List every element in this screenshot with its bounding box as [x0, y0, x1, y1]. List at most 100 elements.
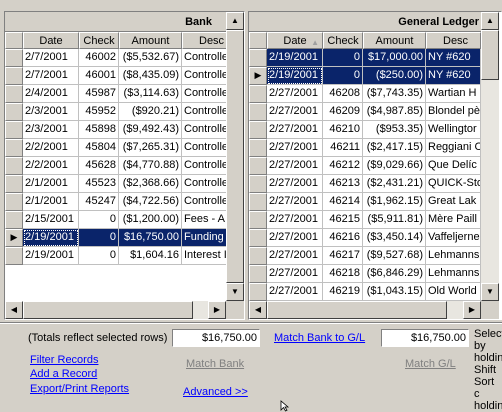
cell-amount[interactable]: ($7,743.35)	[363, 85, 426, 103]
cell-desc[interactable]: Controlle	[182, 157, 226, 175]
bank-col-date[interactable]: Date	[23, 32, 79, 49]
cell-date[interactable]: 2/7/2001	[23, 49, 79, 67]
cell-desc[interactable]: NY #620	[426, 67, 481, 85]
row-selector[interactable]	[249, 247, 267, 265]
cell-check[interactable]: 45247	[79, 193, 119, 211]
row-selector[interactable]	[249, 49, 267, 67]
ledger-horizontal-scrollbar[interactable]: ◀ ▶	[249, 301, 481, 319]
scroll-right-arrow-icon[interactable]: ▶	[463, 301, 481, 319]
cell-date[interactable]: 2/27/2001	[267, 157, 323, 175]
row-selector[interactable]	[249, 175, 267, 193]
cell-date[interactable]: 2/2/2001	[23, 139, 79, 157]
cell-check[interactable]: 46213	[323, 175, 363, 193]
cell-check[interactable]: 45628	[79, 157, 119, 175]
cell-desc[interactable]: Blondel pè	[426, 103, 481, 121]
row-selector[interactable]	[249, 193, 267, 211]
row-selector[interactable]	[5, 49, 23, 67]
table-row[interactable]: 2/2/2001 45628 ($4,770.88) Controlle	[5, 157, 226, 175]
cell-amount[interactable]: ($2,417.15)	[363, 139, 426, 157]
cell-amount[interactable]: ($2,368.66)	[119, 175, 182, 193]
cell-amount[interactable]: ($4,987.85)	[363, 103, 426, 121]
table-row[interactable]: 2/27/2001 46210 ($953.35) Wellingtor	[249, 121, 481, 139]
table-row[interactable]: 2/27/2001 46213 ($2,431.21) QUICK-Sto	[249, 175, 481, 193]
cell-amount[interactable]: ($3,114.63)	[119, 85, 182, 103]
cell-amount[interactable]: $17,000.00	[363, 49, 426, 67]
cell-check[interactable]: 46209	[323, 103, 363, 121]
row-selector[interactable]	[5, 193, 23, 211]
row-selector[interactable]	[249, 103, 267, 121]
table-row[interactable]: 2/27/2001 46216 ($3,450.14) Vaffeljerne	[249, 229, 481, 247]
cell-check[interactable]: 46212	[323, 157, 363, 175]
ledger-hscroll-thumb[interactable]	[267, 301, 447, 319]
bank-vscroll-thumb[interactable]	[226, 30, 244, 283]
table-row[interactable]: 2/19/2001 0 $1,604.16 Interest I	[5, 247, 226, 265]
table-row[interactable]: 2/27/2001 46218 ($6,846.29) Lehmanns	[249, 265, 481, 283]
table-row[interactable]: 2/7/2001 46002 ($5,532.67) Controlle	[5, 49, 226, 67]
cell-desc[interactable]: Controlle	[182, 103, 226, 121]
bank-hscroll-thumb[interactable]	[23, 301, 193, 319]
cell-date[interactable]: 2/27/2001	[267, 139, 323, 157]
cell-desc[interactable]: QUICK-Sto	[426, 175, 481, 193]
cell-date[interactable]: 2/3/2001	[23, 121, 79, 139]
cell-amount[interactable]: ($4,770.88)	[119, 157, 182, 175]
filter-records-link[interactable]: Filter Records	[30, 354, 98, 366]
bank-col-check[interactable]: Check	[79, 32, 119, 49]
row-selector[interactable]	[5, 85, 23, 103]
scroll-up-arrow-icon[interactable]: ▲	[481, 12, 499, 30]
scroll-up-arrow-icon[interactable]: ▲	[226, 12, 244, 30]
row-selector[interactable]	[249, 211, 267, 229]
row-selector[interactable]	[5, 157, 23, 175]
table-row[interactable]: 2/27/2001 46209 ($4,987.85) Blondel pè	[249, 103, 481, 121]
scroll-down-arrow-icon[interactable]: ▼	[226, 283, 244, 301]
cell-amount[interactable]: ($920.21)	[119, 103, 182, 121]
row-selector[interactable]	[5, 67, 23, 85]
cell-check[interactable]: 0	[79, 211, 119, 229]
current-row-pointer-icon[interactable]: ▶	[5, 229, 23, 247]
scroll-down-arrow-icon[interactable]: ▼	[481, 283, 499, 301]
cell-check[interactable]: 45523	[79, 175, 119, 193]
bank-vertical-scrollbar[interactable]: ▲ ▼	[226, 12, 244, 301]
cell-amount[interactable]: ($9,527.68)	[363, 247, 426, 265]
cell-date[interactable]: 2/1/2001	[23, 175, 79, 193]
table-row[interactable]: 2/27/2001 46215 ($5,911.81) Mère Paill	[249, 211, 481, 229]
cell-amount[interactable]: ($5,911.81)	[363, 211, 426, 229]
cell-desc[interactable]: Interest I	[182, 247, 226, 265]
row-selector[interactable]	[249, 85, 267, 103]
cell-amount[interactable]: ($1,043.15)	[363, 283, 426, 301]
row-selector[interactable]	[5, 103, 23, 121]
cell-amount[interactable]: ($6,846.29)	[363, 265, 426, 283]
cell-check[interactable]: 46214	[323, 193, 363, 211]
cell-date[interactable]: 2/3/2001	[23, 103, 79, 121]
cell-amount[interactable]: ($2,431.21)	[363, 175, 426, 193]
cell-check[interactable]: 46218	[323, 265, 363, 283]
cell-check[interactable]: 46216	[323, 229, 363, 247]
cell-check[interactable]: 46208	[323, 85, 363, 103]
cell-amount[interactable]: ($1,962.15)	[363, 193, 426, 211]
table-row[interactable]: 2/27/2001 46214 ($1,962.15) Great Lak	[249, 193, 481, 211]
row-selector[interactable]	[249, 139, 267, 157]
cell-check[interactable]: 45987	[79, 85, 119, 103]
cell-date[interactable]: 2/7/2001	[23, 67, 79, 85]
cell-desc[interactable]: Funding	[182, 229, 226, 247]
scroll-right-arrow-icon[interactable]: ▶	[208, 301, 226, 319]
cell-desc[interactable]: Reggiani C	[426, 139, 481, 157]
table-row[interactable]: ▶ 2/19/2001 0 $16,750.00 Funding	[5, 229, 226, 247]
table-row[interactable]: 2/27/2001 46208 ($7,743.35) Wartian H	[249, 85, 481, 103]
table-row[interactable]: 2/27/2001 46212 ($9,029.66) Que Delíc	[249, 157, 481, 175]
match-gl-button[interactable]: Match G/L	[405, 358, 456, 370]
cell-desc[interactable]: NY #620	[426, 49, 481, 67]
cell-desc[interactable]: Controlle	[182, 121, 226, 139]
row-selector[interactable]	[249, 121, 267, 139]
ledger-col-desc[interactable]: Desc	[426, 32, 481, 49]
cell-date[interactable]: 2/27/2001	[267, 193, 323, 211]
cell-desc[interactable]: Controlle	[182, 49, 226, 67]
cell-amount[interactable]: ($8,435.09)	[119, 67, 182, 85]
cell-amount[interactable]: ($9,492.43)	[119, 121, 182, 139]
cell-check[interactable]: 46210	[323, 121, 363, 139]
cell-desc[interactable]: Wellingtor	[426, 121, 481, 139]
cell-date[interactable]: 2/27/2001	[267, 121, 323, 139]
cell-desc[interactable]: Vaffeljerne	[426, 229, 481, 247]
add-record-link[interactable]: Add a Record	[30, 368, 97, 380]
cell-amount[interactable]: ($9,029.66)	[363, 157, 426, 175]
cell-date[interactable]: 2/19/2001	[267, 67, 323, 85]
